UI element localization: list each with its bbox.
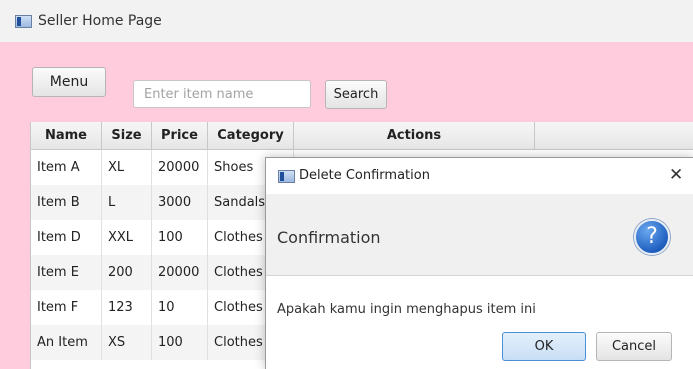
cell-size: XS <box>102 325 152 360</box>
cell-size: XXL <box>102 220 152 255</box>
dialog-window-icon <box>278 170 295 183</box>
column-header-name[interactable]: Name <box>31 122 102 149</box>
dialog-header-text: Confirmation <box>277 228 381 247</box>
cell-name: Item B <box>31 185 102 220</box>
cell-size: 200 <box>102 255 152 290</box>
column-header-actions[interactable]: Actions <box>294 122 535 149</box>
dialog-title: Delete Confirmation <box>299 168 430 183</box>
cell-price: 100 <box>152 325 208 360</box>
cell-price: 20000 <box>152 150 208 185</box>
cell-price: 20000 <box>152 255 208 290</box>
window-title: Seller Home Page <box>38 13 162 29</box>
cell-name: Item A <box>31 150 102 185</box>
app-window-icon <box>15 15 32 28</box>
cell-price: 10 <box>152 290 208 325</box>
cell-size: L <box>102 185 152 220</box>
cell-name: Item D <box>31 220 102 255</box>
column-header-price[interactable]: Price <box>152 122 208 149</box>
dialog-titlebar[interactable]: Delete Confirmation ✕ <box>266 158 693 194</box>
column-header-size[interactable]: Size <box>102 122 152 149</box>
cell-price: 100 <box>152 220 208 255</box>
cell-name: An Item <box>31 325 102 360</box>
cell-size: XL <box>102 150 152 185</box>
search-button[interactable]: Search <box>325 80 387 109</box>
cancel-button[interactable]: Cancel <box>596 332 672 361</box>
menu-button[interactable]: Menu <box>32 67 106 97</box>
column-header-filler <box>535 122 693 149</box>
delete-confirmation-dialog: Delete Confirmation ✕ Confirmation ? Apa… <box>265 157 693 369</box>
table-header: Name Size Price Category Actions <box>31 122 693 150</box>
close-icon[interactable]: ✕ <box>669 165 683 185</box>
question-icon: ? <box>634 219 670 255</box>
dialog-message: Apakah kamu ingin menghapus item ini <box>277 302 536 317</box>
column-header-category[interactable]: Category <box>208 122 294 149</box>
cell-name: Item E <box>31 255 102 290</box>
cell-name: Item F <box>31 290 102 325</box>
dialog-header: Confirmation ? <box>266 194 693 276</box>
cell-size: 123 <box>102 290 152 325</box>
ok-button[interactable]: OK <box>502 332 586 361</box>
cell-price: 3000 <box>152 185 208 220</box>
window-titlebar: Seller Home Page <box>0 0 693 42</box>
search-input[interactable] <box>133 80 311 108</box>
